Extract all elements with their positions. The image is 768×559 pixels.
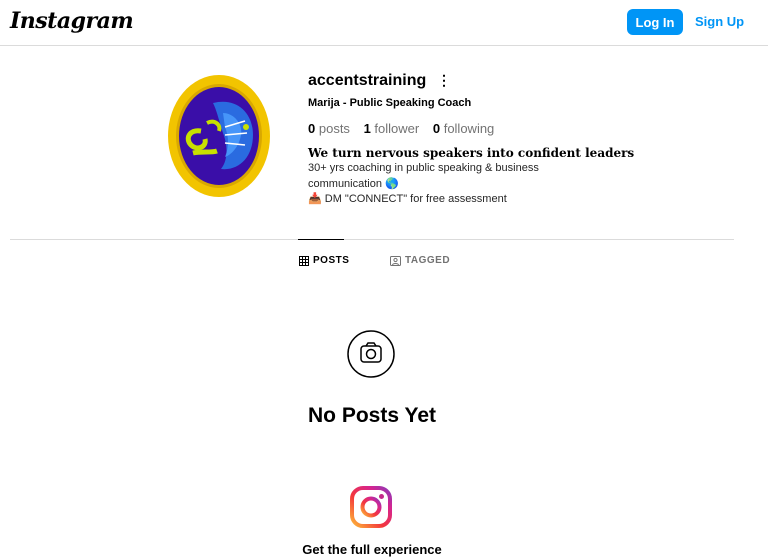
following-stat[interactable]: 0 following xyxy=(433,121,494,136)
instagram-icon xyxy=(350,486,392,528)
avatar[interactable] xyxy=(167,73,271,197)
bio-line-2: communication 🌎 xyxy=(308,178,399,190)
bio-headline: We turn nervous speakers into confident … xyxy=(308,146,635,160)
profile-full-name: Marija - Public Speaking Coach xyxy=(308,97,472,109)
posts-stat: 0 posts xyxy=(308,121,350,136)
promo-title: Get the full experience xyxy=(302,542,442,557)
signup-link[interactable]: Sign Up xyxy=(695,14,744,29)
following-count: 0 xyxy=(432,121,441,136)
posts-count: 0 xyxy=(308,121,316,136)
camera-icon xyxy=(347,330,395,378)
tag-icon xyxy=(390,255,401,266)
tab-tagged-label: TAGGED xyxy=(405,255,451,266)
empty-state-title: No Posts Yet xyxy=(308,404,436,427)
top-bar: Instagram Log In Sign Up xyxy=(0,0,768,46)
following-label: following xyxy=(443,121,495,136)
tab-tagged[interactable]: TAGGED xyxy=(390,255,450,266)
tab-posts-label: POSTS xyxy=(313,255,350,266)
profile-username: accentstraining xyxy=(308,72,427,89)
followers-label: follower xyxy=(374,121,420,136)
tabs-divider xyxy=(10,239,734,240)
instagram-logo[interactable]: Instagram xyxy=(10,8,134,34)
followers-stat[interactable]: 1 follower xyxy=(364,121,420,136)
login-button[interactable]: Log In xyxy=(627,9,683,35)
profile-stats: 0 posts 1 follower 0 following xyxy=(308,121,504,136)
grid-icon xyxy=(299,255,309,266)
more-options-button[interactable]: ⋮ xyxy=(437,72,451,89)
posts-label: posts xyxy=(318,121,350,136)
bio-line-3: 📥 DM "CONNECT" for free assessment xyxy=(308,193,507,205)
tab-posts[interactable]: POSTS xyxy=(299,255,349,266)
avatar-logo-icon xyxy=(168,75,270,197)
followers-count: 1 xyxy=(363,121,371,136)
active-tab-indicator xyxy=(298,239,344,240)
bio-line-1: 30+ yrs coaching in public speaking & bu… xyxy=(308,162,539,174)
